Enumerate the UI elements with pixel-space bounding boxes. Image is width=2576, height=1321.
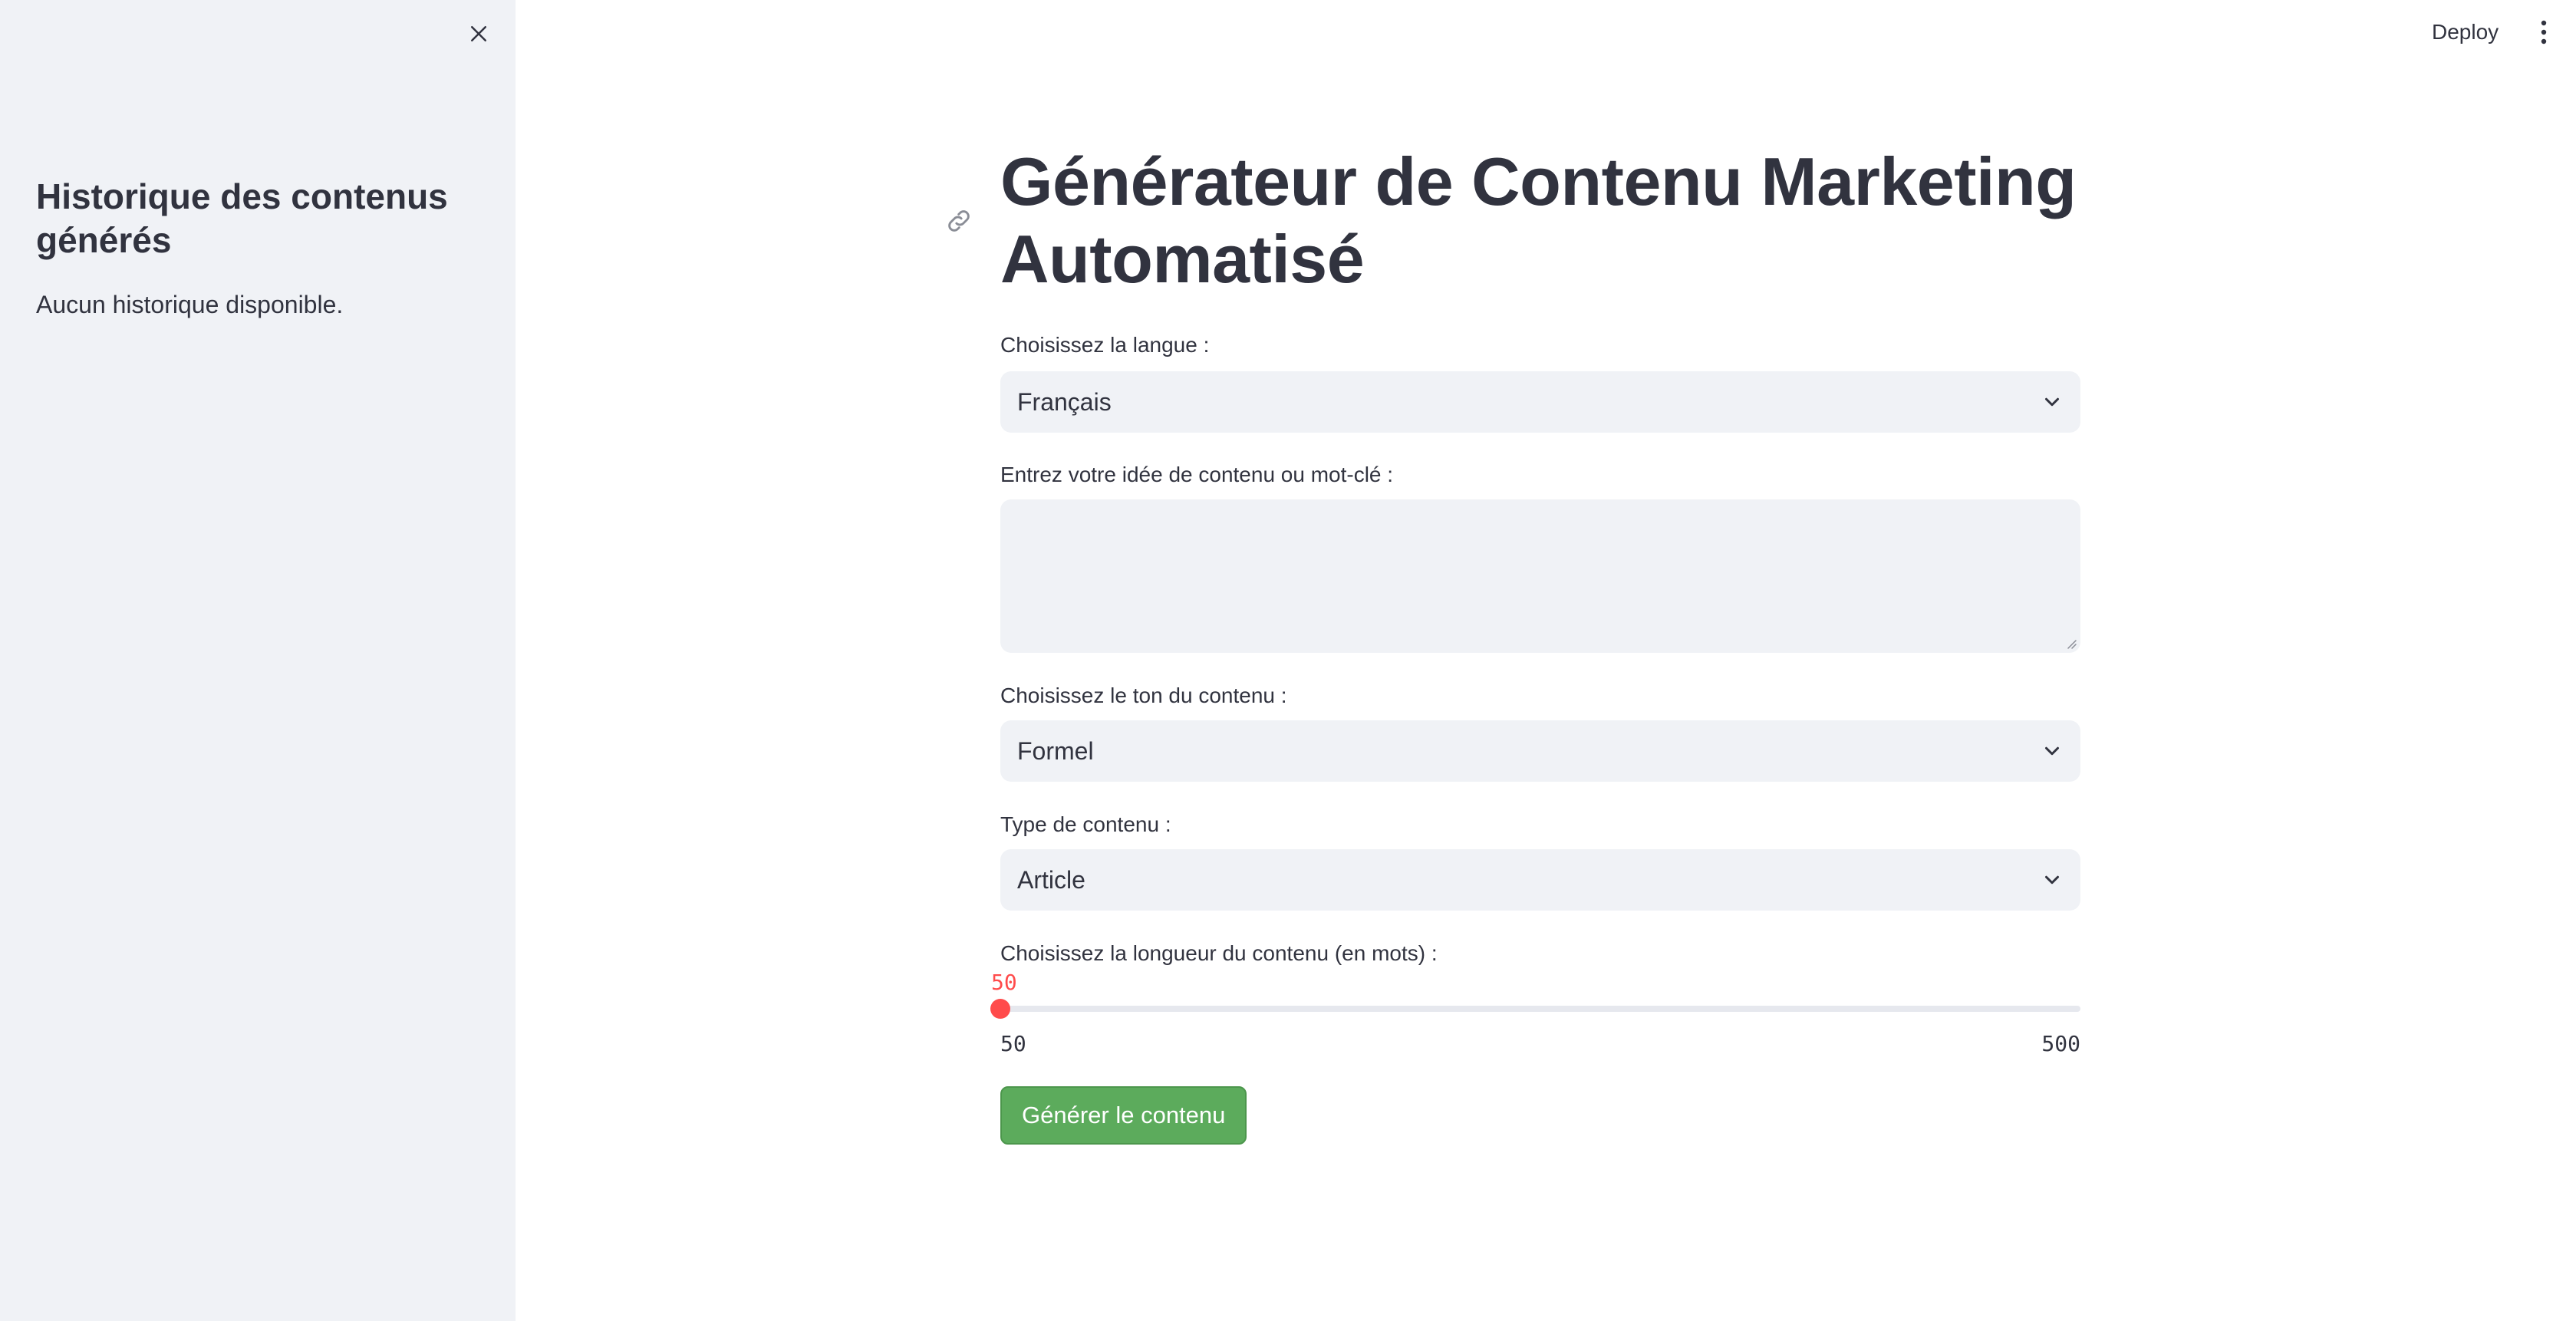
- content-type-select[interactable]: Article: [1000, 849, 2080, 911]
- chevron-down-icon: [2045, 397, 2059, 407]
- length-slider-track[interactable]: [1000, 1006, 2080, 1012]
- language-label: Choisissez la langue :: [1000, 333, 1210, 357]
- title-anchor-link[interactable]: [942, 204, 976, 238]
- content-type-label: Type de contenu :: [1000, 812, 1171, 836]
- page-title: Générateur de Contenu Marketing Automati…: [1000, 143, 2077, 297]
- slider-max-label: 500: [2041, 1031, 2080, 1056]
- chevron-down-icon: [2045, 746, 2059, 756]
- tone-label: Choisissez le ton du contenu :: [1000, 684, 1287, 707]
- generate-content-button[interactable]: Générer le contenu: [1000, 1086, 1247, 1145]
- app-root: Historique des contenus générés Aucun hi…: [0, 0, 2576, 1321]
- resize-grip-icon[interactable]: [2065, 637, 2077, 650]
- length-label: Choisissez la longueur du contenu (en mo…: [1000, 941, 1438, 965]
- idea-label: Entrez votre idée de contenu ou mot-clé …: [1000, 463, 1394, 486]
- tone-select[interactable]: Formel: [1000, 720, 2080, 782]
- sidebar-close-button[interactable]: [462, 17, 496, 51]
- chevron-down-icon: [2045, 875, 2059, 885]
- link-icon: [948, 210, 970, 232]
- slider-min-label: 50: [1000, 1031, 1026, 1056]
- tone-select-value: Formel: [1017, 736, 1094, 765]
- sidebar-empty-message: Aucun historique disponible.: [36, 291, 344, 318]
- idea-textarea[interactable]: [1000, 499, 2080, 653]
- close-icon: [471, 26, 486, 41]
- slider-current-value: 50: [991, 970, 1017, 995]
- sidebar: Historique des contenus générés Aucun hi…: [0, 0, 516, 1321]
- main-menu-button[interactable]: [2528, 14, 2559, 51]
- language-select-value: Français: [1017, 387, 1112, 416]
- content-type-select-value: Article: [1017, 865, 1085, 894]
- deploy-button[interactable]: Deploy: [2416, 14, 2514, 51]
- sidebar-title: Historique des contenus générés: [36, 176, 448, 260]
- language-select[interactable]: Français: [1000, 371, 2080, 433]
- vertical-dots-icon: [2541, 20, 2547, 44]
- length-slider-thumb[interactable]: [990, 999, 1010, 1019]
